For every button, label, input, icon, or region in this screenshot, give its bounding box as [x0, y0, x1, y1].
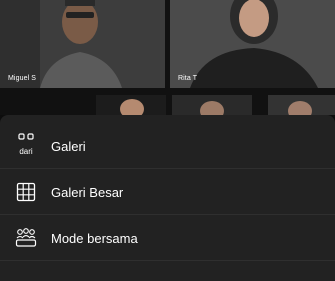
participant-video	[96, 95, 166, 115]
video-grid: Miguel S Rita T	[0, 0, 335, 115]
large-gallery-icon	[14, 180, 38, 204]
participant-thumbnail[interactable]	[172, 95, 252, 115]
menu-item-label: Galeri Besar	[51, 184, 124, 200]
participant-name: Miguel S	[8, 75, 37, 82]
gallery-icon-caption: dari	[19, 147, 33, 156]
menu-item-label: Galeri	[51, 138, 86, 154]
menu-item-together-mode[interactable]: Mode bersama	[0, 215, 335, 261]
menu-item-label: Mode bersama	[51, 230, 138, 246]
menu-item-large-gallery[interactable]: Galeri Besar	[0, 169, 335, 215]
layout-options-sheet: dari Galeri Galeri Besar Mode bersama	[0, 115, 335, 281]
participant-tile[interactable]: Miguel S	[0, 0, 165, 88]
participant-video	[172, 95, 252, 115]
participant-thumbnail[interactable]	[268, 95, 335, 115]
participant-name: Rita T	[178, 75, 198, 82]
participant-tile[interactable]: Rita T	[170, 0, 335, 88]
participant-video	[268, 95, 335, 115]
menu-item-gallery[interactable]: dari Galeri	[0, 123, 335, 169]
participant-thumbnail[interactable]	[96, 95, 166, 115]
together-mode-icon	[14, 226, 38, 250]
gallery-icon: dari	[14, 133, 38, 157]
menu-divider	[0, 260, 335, 261]
